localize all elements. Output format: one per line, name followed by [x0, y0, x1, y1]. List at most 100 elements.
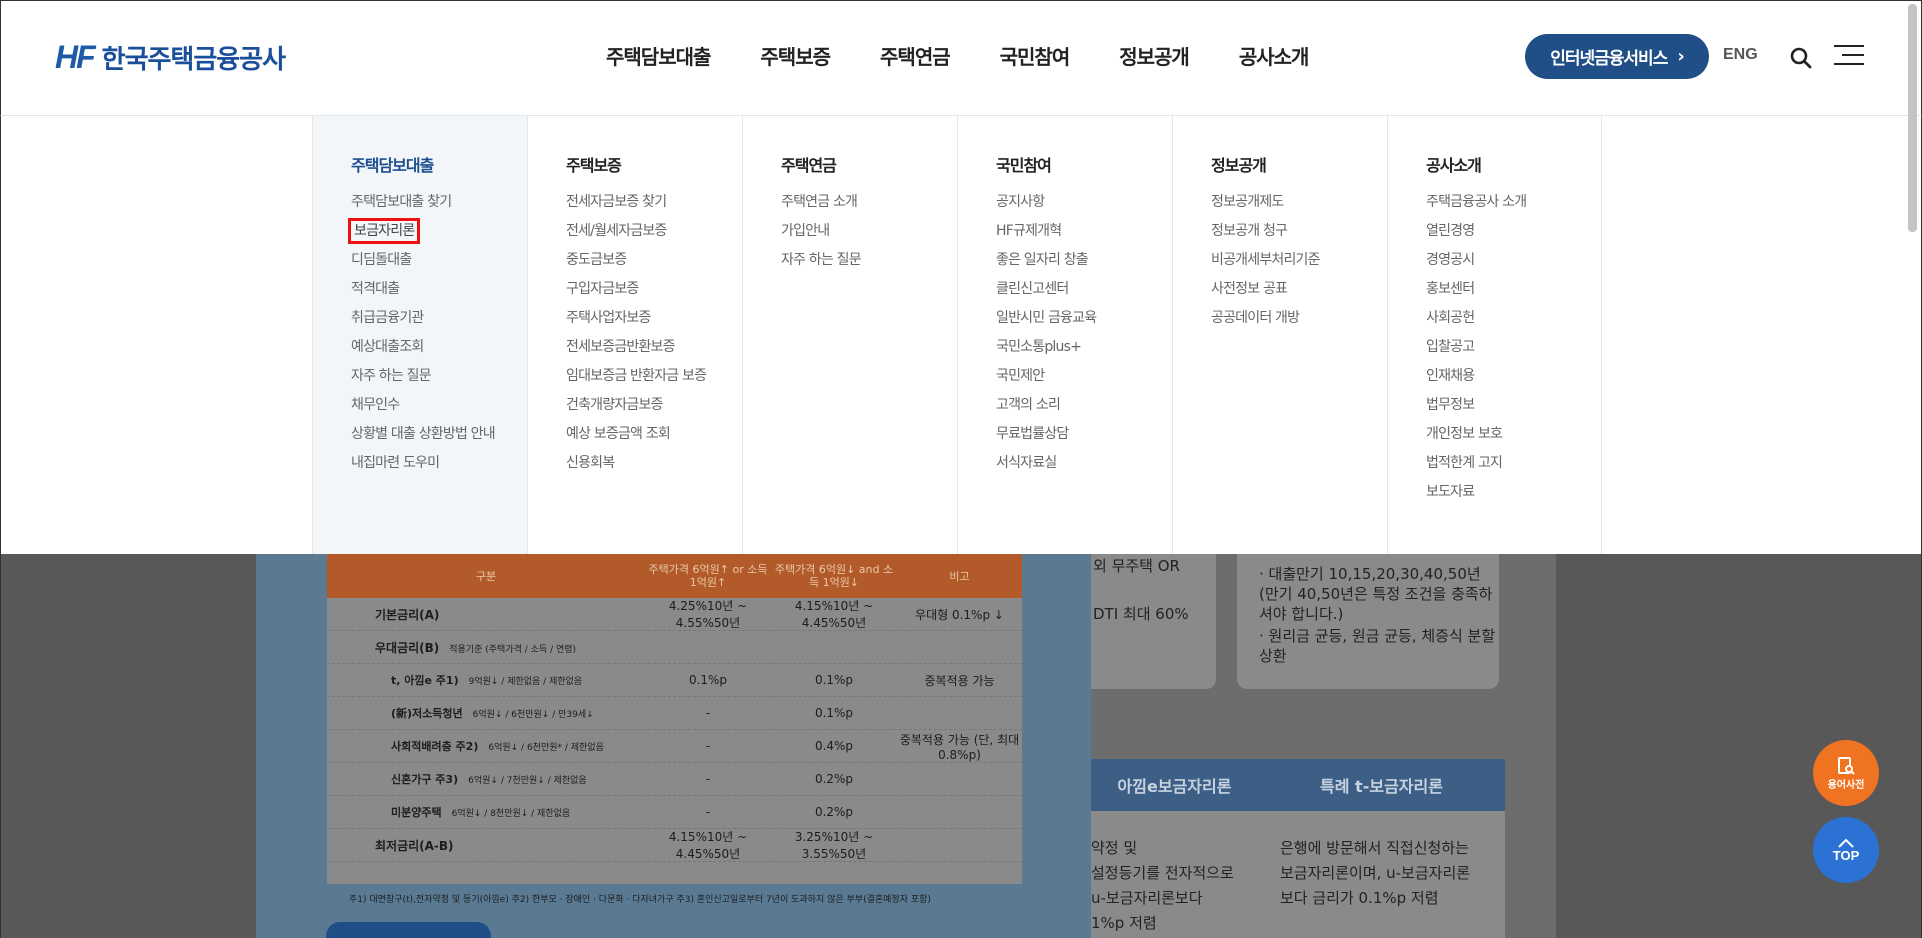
- table-cell: 0.2%p: [771, 805, 897, 819]
- menu-item[interactable]: 임대보증금 반환자금 보증: [566, 362, 742, 391]
- menu-item[interactable]: HF규제개혁: [996, 217, 1172, 246]
- cell-text: -: [705, 739, 711, 753]
- menu-item[interactable]: 전세/월세자금보증: [566, 217, 742, 246]
- menu-item[interactable]: 보금자리론: [347, 217, 527, 246]
- menu-item[interactable]: 구입자금보증: [566, 275, 742, 304]
- menu-item-label: 국민소통plus+: [996, 339, 1082, 355]
- menu-item[interactable]: 건축개량자금보증: [566, 391, 742, 420]
- menu-column-title[interactable]: 주택연금: [781, 152, 957, 176]
- menu-item[interactable]: 주택금융공사 소개: [1426, 188, 1601, 217]
- menu-item[interactable]: 사회공헌: [1426, 304, 1601, 333]
- menu-item[interactable]: 입찰공고: [1426, 333, 1601, 362]
- menu-item[interactable]: 주택연금 소개: [781, 188, 957, 217]
- menu-item[interactable]: 국민제안: [996, 362, 1172, 391]
- menu-item[interactable]: 자주 하는 질문: [781, 246, 957, 275]
- nav-item[interactable]: 주택담보대출: [581, 41, 735, 70]
- menu-item[interactable]: 정보공개제도: [1211, 188, 1387, 217]
- menu-item[interactable]: 예상대출조회: [351, 333, 527, 362]
- nav-item[interactable]: 주택보증: [735, 41, 855, 70]
- menu-column-title[interactable]: 주택담보대출: [351, 152, 527, 176]
- menu-item[interactable]: 개인정보 보호: [1426, 420, 1601, 449]
- menu-item[interactable]: 전세보증금반환보증: [566, 333, 742, 362]
- product-desc: 은행에 방문해서 직접신청하는 보금자리론이며, u-보금자리론 보다 금리가 …: [1258, 811, 1505, 938]
- menu-item[interactable]: 주택사업자보증: [566, 304, 742, 333]
- menu-item[interactable]: 공공데이터 개방: [1211, 304, 1387, 333]
- menu-item[interactable]: 홍보센터: [1426, 275, 1601, 304]
- menu-item-label: 주택연금 소개: [781, 194, 858, 210]
- menu-item[interactable]: 자주 하는 질문: [351, 362, 527, 391]
- menu-item[interactable]: 정보공개 청구: [1211, 217, 1387, 246]
- nav-item[interactable]: 공사소개: [1214, 41, 1334, 70]
- menu-column-title[interactable]: 주택보증: [566, 152, 742, 176]
- cell-note: 6억원↓ / 6천만원* / 제한없음: [488, 743, 604, 753]
- search-icon[interactable]: [1789, 46, 1813, 70]
- menu-item[interactable]: 가입안내: [781, 217, 957, 246]
- menu-item[interactable]: 예상 보증금액 조회: [566, 420, 742, 449]
- menu-item[interactable]: 무료법률상담: [996, 420, 1172, 449]
- menu-list: 공지사항 HF규제개혁좋은 일자리 창출 클린신고센터 일반시민 금융교육국민소통pl…: [996, 188, 1172, 478]
- menu-item[interactable]: 열린경영: [1426, 217, 1601, 246]
- menu-column-title[interactable]: 정보공개: [1211, 152, 1387, 176]
- menu-item-label: 디딤돌대출: [351, 252, 412, 268]
- menu-item[interactable]: 공지사항: [996, 188, 1172, 217]
- language-english-link[interactable]: ENG: [1723, 46, 1758, 64]
- menu-item-label: HF규제개혁: [996, 223, 1062, 239]
- menu-item[interactable]: 신용회복: [566, 449, 742, 478]
- menu-item-label: 무료법률상담: [996, 426, 1069, 442]
- menu-column: 국민참여공지사항 HF규제개혁좋은 일자리 창출 클린신고센터 일반시민 금융교육국민…: [957, 116, 1172, 554]
- site-logo[interactable]: HF 한국주택금융공사: [55, 39, 286, 76]
- dimmed-page-content: 구분 주택가격 6억원↑ or 소득 1억원↑ 주택가격 6억원↓ and 소득…: [0, 554, 1922, 938]
- cell-text: -: [705, 805, 711, 819]
- menu-item-label: 가입안내: [781, 223, 830, 239]
- menu-item[interactable]: 좋은 일자리 창출: [996, 246, 1172, 275]
- menu-item[interactable]: 주택담보대출 찾기: [351, 188, 527, 217]
- menu-item[interactable]: 보도자료: [1426, 478, 1601, 507]
- product-desc: 약정 및 설정등기를 전자적으로 u-보금자리론보다 1%p 저렴: [1091, 811, 1258, 938]
- table-cell: 신혼가구 주3) 6억원↓ / 7천만원↓ / 제한없음: [327, 771, 645, 787]
- cell-text: 중복적용 가능 (단, 최대 0.8%p): [899, 732, 1020, 762]
- menu-item[interactable]: 국민소통plus+: [996, 333, 1172, 362]
- nav-item[interactable]: 정보공개: [1094, 41, 1214, 70]
- internet-service-button[interactable]: 인터넷금융서비스 ›: [1525, 34, 1709, 79]
- menu-item-label: 보도자료: [1426, 484, 1475, 500]
- nav-item[interactable]: 주택연금: [855, 41, 975, 70]
- scroll-top-button[interactable]: TOP: [1813, 817, 1879, 883]
- menu-item[interactable]: 경영공시: [1426, 246, 1601, 275]
- menu-item[interactable]: 비공개세부처리기준: [1211, 246, 1387, 275]
- menu-item[interactable]: 상황별 대출 상환방법 안내: [351, 420, 527, 449]
- menu-item[interactable]: 내집마련 도우미: [351, 449, 527, 478]
- menu-item-label: 입찰공고: [1426, 339, 1475, 355]
- hamburger-menu-icon[interactable]: [1834, 45, 1864, 67]
- menu-column-title[interactable]: 공사소개: [1426, 152, 1601, 176]
- desc-line: 보다 금리가 0.1%p 저렴: [1280, 889, 1439, 907]
- menu-item[interactable]: 채무인수: [351, 391, 527, 420]
- menu-item-label: 채무인수: [351, 397, 400, 413]
- nav-item[interactable]: 국민참여: [975, 41, 1095, 70]
- glossary-label: 용어사전: [1827, 779, 1865, 791]
- cell-text: 0.1%p: [688, 673, 728, 687]
- menu-item[interactable]: 법적한계 고지: [1426, 449, 1601, 478]
- menu-item[interactable]: 디딤돌대출: [351, 246, 527, 275]
- menu-item[interactable]: 인재채용: [1426, 362, 1601, 391]
- menu-item[interactable]: 클린신고센터: [996, 275, 1172, 304]
- info-line: · 원리금 균등, 원금 균등, 체증식 분할상환: [1259, 627, 1496, 665]
- menu-item[interactable]: 고객의 소리: [996, 391, 1172, 420]
- glossary-button[interactable]: 용어사전: [1813, 740, 1879, 806]
- menu-item[interactable]: 법무정보: [1426, 391, 1601, 420]
- table-cell: 중복적용 가능: [897, 672, 1022, 689]
- menu-item[interactable]: 서식자료실: [996, 449, 1172, 478]
- info-line: 외 무주택 OR: [1093, 557, 1180, 575]
- menu-item[interactable]: 취급금융기관: [351, 304, 527, 333]
- scrollbar-thumb[interactable]: [1908, 4, 1917, 232]
- menu-item[interactable]: 전세자금보증 찾기: [566, 188, 742, 217]
- menu-item[interactable]: 중도금보증: [566, 246, 742, 275]
- menu-column-title[interactable]: 국민참여: [996, 152, 1172, 176]
- cell-text: 0.4%p: [814, 739, 854, 753]
- cell-text: 우대형 0.1%p ↓: [915, 607, 1004, 622]
- menu-item[interactable]: 적격대출: [351, 275, 527, 304]
- menu-item[interactable]: 일반시민 금융교육: [996, 304, 1172, 333]
- menu-item-label: 건축개량자금보증: [566, 397, 663, 413]
- rate-footnote: 주1) 대면창구(t),전자약정 및 등기(아낌e) 주2) 한부모 · 장애인…: [349, 895, 931, 905]
- menu-item-label: 적격대출: [351, 281, 400, 297]
- menu-item[interactable]: 사전정보 공표: [1211, 275, 1387, 304]
